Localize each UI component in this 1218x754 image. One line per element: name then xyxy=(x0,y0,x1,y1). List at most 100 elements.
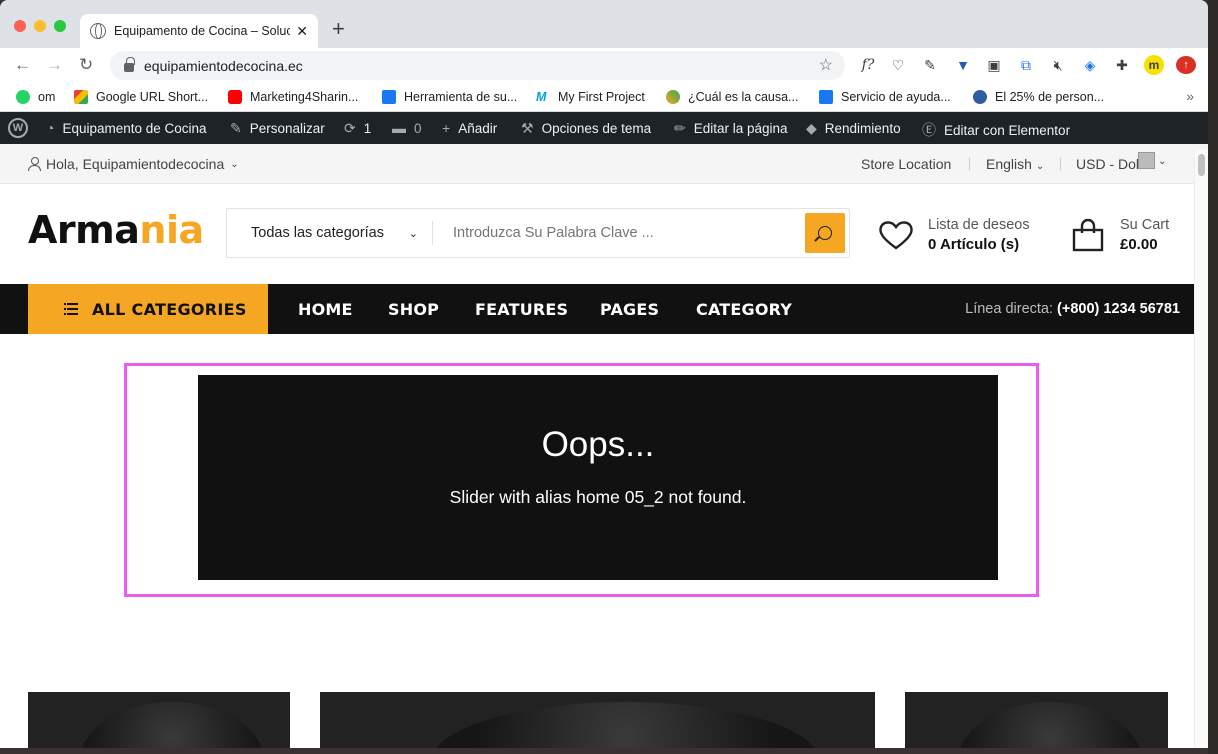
back-arrow-icon[interactable]: ← xyxy=(14,55,31,75)
hotline-number[interactable]: (+800) 1234 56781 xyxy=(1057,301,1180,317)
promo-banner[interactable] xyxy=(28,692,290,748)
browser-tab[interactable]: Equipamento de Cocina – Soluc ✕ xyxy=(80,14,318,48)
eyedropper-extension-icon[interactable]: ✎ xyxy=(920,57,940,74)
admin-add-new-link[interactable]: + Añadir xyxy=(442,120,497,136)
page-scrollbar[interactable] xyxy=(1194,150,1208,748)
chevron-down-icon: ⌄ xyxy=(1035,161,1045,172)
bookmark-star-icon[interactable]: ☆ xyxy=(819,55,833,75)
hotline: Línea directa: (+800) 1234 56781 xyxy=(965,301,1180,317)
admin-elementor-link[interactable]: Ⓔ Editar con Elementor xyxy=(922,120,1070,140)
bookmark-item[interactable]: Herramienta de su... xyxy=(382,90,517,104)
shopping-bag-icon xyxy=(1072,218,1104,252)
nav-home[interactable]: HOME xyxy=(298,300,353,319)
more-bookmarks-button[interactable]: » xyxy=(1186,88,1194,104)
tab-strip: Equipamento de Cocina – Soluc ✕ + xyxy=(0,0,1208,48)
lock-icon xyxy=(124,57,135,72)
vp-icon xyxy=(973,90,987,104)
nav-pages[interactable]: PAGES xyxy=(600,300,659,319)
close-window-button[interactable] xyxy=(14,20,26,32)
wp-admin-bar: W ◔ Equipamento de Cocina ✎ Personalizar ⟳… xyxy=(0,112,1208,144)
search-icon xyxy=(818,226,832,240)
bookmark-item[interactable]: M My First Project xyxy=(536,90,645,104)
youtube-icon xyxy=(228,90,242,104)
cart[interactable]: Su Cart £0.00 xyxy=(1071,216,1169,254)
search-input[interactable] xyxy=(433,225,805,241)
admin-performance-link[interactable]: ◆ Rendimiento xyxy=(806,120,901,137)
category-select[interactable]: Todas las categorías ⌄ xyxy=(227,221,433,245)
bookmark-item[interactable]: ¿Cuál es la causa... xyxy=(666,90,798,104)
bookmark-item[interactable]: Google URL Short... xyxy=(74,90,208,104)
admin-site-link[interactable]: ◔ Equipamento de Cocina xyxy=(46,120,207,136)
admin-comments-link[interactable]: ▬ 0 xyxy=(392,120,422,136)
plus-icon: + xyxy=(442,120,451,136)
diamond-extension-icon[interactable]: ◈ xyxy=(1080,57,1100,74)
nav-shop[interactable]: SHOP xyxy=(388,300,439,319)
menu-list-icon xyxy=(64,303,78,315)
site-header: Armania Todas las categorías ⌄ Lista de … xyxy=(0,184,1208,284)
minimize-window-button[interactable] xyxy=(34,20,46,32)
profile-avatar-icon[interactable]: m xyxy=(1144,55,1164,75)
search-button[interactable] xyxy=(805,213,845,253)
wishlist[interactable]: Lista de deseos 0 Artículo (s) xyxy=(878,216,1030,254)
translate-extension-icon[interactable]: ⧉ xyxy=(1016,57,1036,74)
mute-tab-icon[interactable]: 🔇︎ xyxy=(1048,57,1068,74)
cube-icon: ◆ xyxy=(806,120,817,136)
close-tab-icon[interactable]: ✕ xyxy=(296,23,308,40)
slider-error-title: Oops... xyxy=(541,425,655,464)
scrollbar-thumb[interactable] xyxy=(1198,154,1205,176)
tab-title: Equipamento de Cocina – Soluc xyxy=(114,24,291,38)
facebook-icon xyxy=(819,90,833,104)
bookmark-item[interactable]: El 25% de person... xyxy=(973,90,1104,104)
currency-selector[interactable]: USD - Dol xyxy=(1076,156,1139,172)
nav-category[interactable]: CATEGORY xyxy=(696,300,792,319)
divider xyxy=(969,158,970,170)
admin-customize-link[interactable]: ✎ Personalizar xyxy=(230,120,325,137)
avatar[interactable] xyxy=(1138,152,1155,169)
hammer-icon: ⚒ xyxy=(521,120,534,136)
page-content: Oops... Slider with alias home 05_2 not … xyxy=(0,334,1194,748)
bookmark-item[interactable]: Marketing4Sharin... xyxy=(228,90,358,104)
forward-arrow-icon[interactable]: → xyxy=(46,55,63,75)
site-topbar: Hola, Equipamientodecocina ⌄ Store Locat… xyxy=(0,144,1208,184)
account-greeting[interactable]: Hola, Equipamientodecocina ⌄ xyxy=(28,156,239,172)
screenshot-extension-icon[interactable]: ▣ xyxy=(984,57,1004,74)
nav-features[interactable]: FEATURES xyxy=(475,300,568,319)
formula-extension-icon[interactable]: f? xyxy=(858,57,878,73)
slider-error-box: Oops... Slider with alias home 05_2 not … xyxy=(198,375,998,580)
chevron-down-icon: ⌄ xyxy=(408,227,418,240)
brush-icon: ✎ xyxy=(230,120,242,136)
admin-theme-options-link[interactable]: ⚒ Opciones de tema xyxy=(521,120,651,137)
update-arrow-icon[interactable]: ↑ xyxy=(1176,56,1196,74)
browser-toolbar: ← → ↻ equipamientodecocina.ec ☆ f? ♡ ✎ ▼… xyxy=(0,48,1208,84)
pencil-icon: ✏ xyxy=(674,120,686,136)
wordpress-logo-icon[interactable]: W xyxy=(8,118,28,138)
promo-banner[interactable] xyxy=(905,692,1168,748)
bookmark-item[interactable]: om xyxy=(16,90,55,104)
chevron-down-icon: ⌄ xyxy=(230,158,239,170)
slider-error-message: Slider with alias home 05_2 not found. xyxy=(449,487,747,507)
heartbeat-extension-icon[interactable]: ♡ xyxy=(888,57,908,74)
update-icon: ⟳ xyxy=(344,120,356,136)
vpn-extension-icon[interactable]: ▼ xyxy=(953,57,973,73)
maximize-window-button[interactable] xyxy=(54,20,66,32)
promo-banner[interactable] xyxy=(320,692,875,748)
bookmark-item[interactable]: Servicio de ayuda... xyxy=(819,90,951,104)
divider xyxy=(1060,158,1061,170)
admin-edit-page-link[interactable]: ✏ Editar la página xyxy=(674,120,788,137)
site-logo[interactable]: Armania xyxy=(28,208,204,252)
facebook-icon xyxy=(382,90,396,104)
google-url-icon xyxy=(74,90,88,104)
all-categories-button[interactable]: ALL CATEGORIES xyxy=(28,284,268,334)
runner-icon xyxy=(666,90,680,104)
comment-icon: ▬ xyxy=(392,120,406,136)
main-navigation: ALL CATEGORIES HOME SHOP FEATURES PAGES … xyxy=(0,284,1194,334)
admin-updates-link[interactable]: ⟳ 1 xyxy=(344,120,371,137)
extensions-puzzle-icon[interactable]: ✚ xyxy=(1112,57,1132,74)
new-tab-button[interactable]: + xyxy=(332,18,345,40)
store-location-link[interactable]: Store Location xyxy=(861,156,951,172)
language-selector[interactable]: English ⌄ xyxy=(986,156,1044,172)
address-bar[interactable]: equipamientodecocina.ec ☆ xyxy=(110,51,845,80)
chevron-down-icon: ⌄ xyxy=(1158,156,1167,167)
reload-icon[interactable]: ↻ xyxy=(79,55,93,75)
search-form: Todas las categorías ⌄ xyxy=(226,208,850,258)
